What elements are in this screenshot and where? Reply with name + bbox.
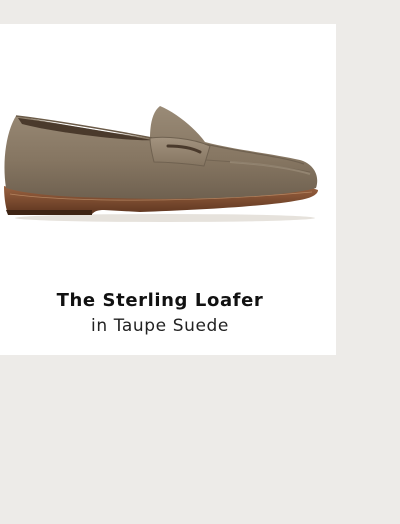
- product-card[interactable]: The Sterling Loafer in Taupe Suede: [0, 24, 336, 355]
- product-variant: in Taupe Suede: [91, 316, 229, 336]
- product-caption[interactable]: The Sterling Loafer in Taupe Suede: [0, 289, 320, 338]
- loafer-shoe-image[interactable]: [0, 102, 336, 224]
- shoe-shadow: [15, 214, 315, 222]
- product-name[interactable]: The Sterling Loafer: [0, 289, 320, 313]
- page: The Sterling Loafer in Taupe Suede: [0, 0, 400, 524]
